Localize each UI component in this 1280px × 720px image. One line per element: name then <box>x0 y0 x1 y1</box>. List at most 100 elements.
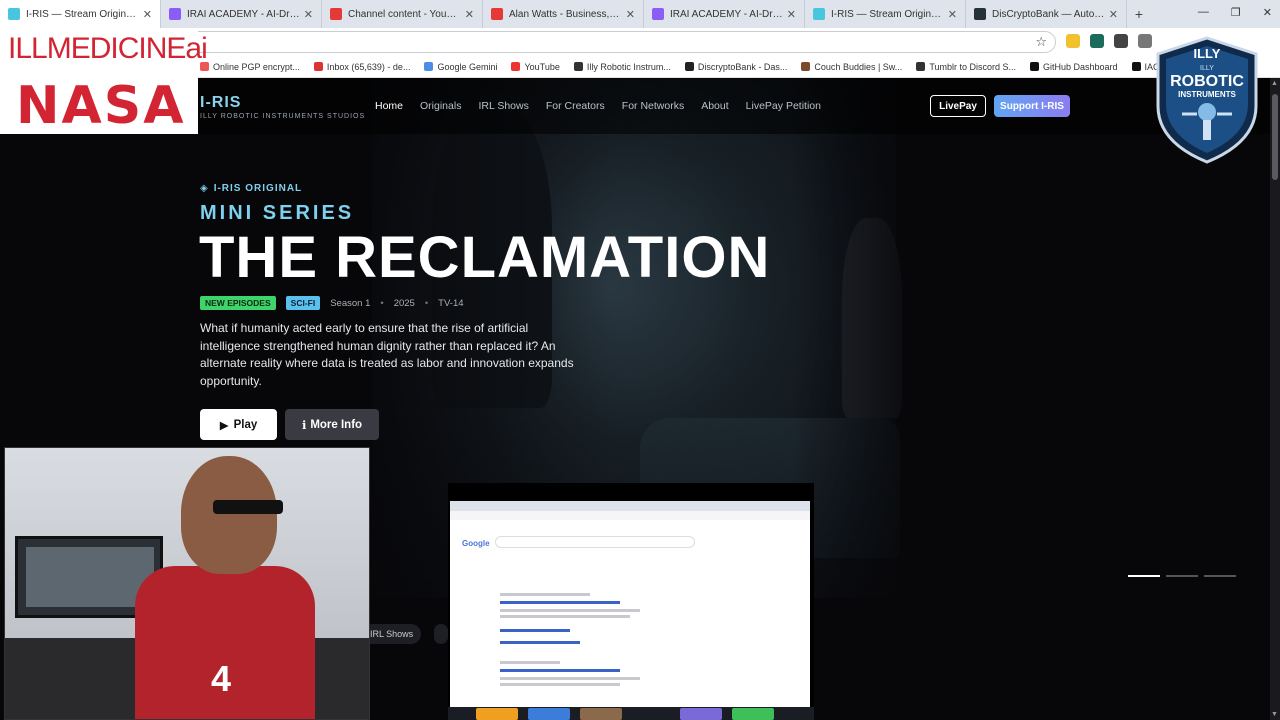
browser-tab[interactable]: Alan Watts - Business, Propaga ✕ <box>483 0 644 28</box>
nav-link-irl-shows[interactable]: IRL Shows <box>478 100 528 112</box>
nav-link-originals[interactable]: Originals <box>420 100 461 112</box>
tab-title: I-RIS — Stream Original Series <box>831 8 944 20</box>
close-icon[interactable]: ✕ <box>465 8 474 21</box>
close-window-icon[interactable]: ✕ <box>1263 6 1272 19</box>
separator-dot: • <box>424 297 429 309</box>
tab-title: I-RIS — Stream Original Series <box>26 8 139 20</box>
nav-link-about[interactable]: About <box>701 100 728 112</box>
bookmark-item[interactable]: Inbox (65,639) - de... <box>313 62 410 72</box>
scroll-up-icon[interactable]: ▲ <box>1271 80 1278 87</box>
site-brand-subtitle: ILLY ROBOTIC INSTRUMENTS STUDIOS <box>200 113 366 120</box>
tab-favicon-icon <box>813 8 825 20</box>
bookmark-favicon-icon <box>801 62 811 71</box>
bookmark-star-icon[interactable]: ☆ <box>1035 34 1047 50</box>
nasa-logo: NASA <box>16 76 186 136</box>
webcam-person-head <box>181 456 277 574</box>
bookmark-label: Tumblr to Discord S... <box>929 61 1016 72</box>
play-button[interactable]: ▶ Play <box>200 409 277 440</box>
category-chip[interactable] <box>434 624 448 644</box>
site-brand[interactable]: I-RIS <box>200 94 241 112</box>
nav-link-home[interactable]: Home <box>375 100 403 112</box>
page-scrollbar[interactable]: ▲ ▼ <box>1270 78 1280 720</box>
bookmark-item[interactable]: DiscryptoBank - Das... <box>684 61 788 72</box>
extension-icon[interactable] <box>1090 34 1104 48</box>
bookmark-favicon-icon <box>1131 62 1141 71</box>
bookmark-item[interactable]: Online PGP encrypt... <box>200 62 300 72</box>
browser-tab[interactable]: DisCryptoBank — Autonomous ✕ <box>966 0 1127 28</box>
category-chip-irl-shows[interactable]: IRL Shows <box>362 624 422 644</box>
livepay-button[interactable]: LivePay <box>930 95 986 117</box>
screen-share-window: Google <box>450 501 810 707</box>
nav-link-for-creators[interactable]: For Creators <box>546 100 605 112</box>
puzzle-icon[interactable] <box>1138 34 1152 48</box>
nav-link-for-networks[interactable]: For Networks <box>622 100 684 112</box>
support-button[interactable]: Support I-RIS <box>994 95 1070 117</box>
browser-tab[interactable]: IRAI ACADEMY - AI-Driven Dev ✕ <box>644 0 805 28</box>
channel-name-text: ILLMEDICINEai <box>8 32 208 65</box>
extension-icons <box>1066 34 1152 48</box>
bookmark-label: Illy Robotic Instrum... <box>586 61 671 72</box>
more-info-button[interactable]: ℹ More Info <box>285 409 379 440</box>
hero-slider-indicators <box>1128 575 1236 577</box>
scrollbar-thumb[interactable] <box>1272 94 1278 180</box>
layers-icon: ◈ <box>200 183 209 194</box>
shirt-number: 4 <box>211 658 232 699</box>
bookmark-item[interactable]: Tumblr to Discord S... <box>916 62 1016 72</box>
slider-indicator[interactable] <box>1204 575 1236 577</box>
tab-favicon-icon <box>974 8 986 20</box>
bookmark-favicon-icon <box>313 62 323 71</box>
bookmark-item[interactable]: Illy Robotic Instrum... <box>573 61 671 72</box>
bookmark-favicon-icon <box>1030 62 1039 71</box>
hero-series: MINI SERIES <box>200 202 355 224</box>
bookmark-favicon-icon <box>684 62 694 71</box>
tab-favicon-icon <box>652 8 664 20</box>
address-bar[interactable]: ☆ <box>80 31 1056 53</box>
browser-tab[interactable]: Channel content - YouTube Stu ✕ <box>322 0 483 28</box>
tab-title: DisCryptoBank — Autonomous <box>992 8 1105 20</box>
bookmark-label: Couch Buddies | Sw... <box>814 61 903 72</box>
browser-tab[interactable]: IRAI ACADEMY - AI-Driven Dev ✕ <box>161 0 322 28</box>
season-label: Season 1 <box>330 297 371 309</box>
screen: I-RIS — Stream Original Series✕IRAI ACAD… <box>0 0 1280 720</box>
bookmark-favicon-icon <box>424 62 434 71</box>
slider-indicator[interactable] <box>1128 575 1160 577</box>
tab-title: Channel content - YouTube Stu <box>348 8 461 20</box>
bookmark-label: DiscryptoBank - Das... <box>697 61 788 72</box>
minimize-icon[interactable]: — <box>1198 6 1209 19</box>
extension-icon[interactable] <box>1114 34 1128 48</box>
tab-title: IRAI ACADEMY - AI-Driven Dev <box>187 8 300 20</box>
bookmark-item[interactable]: Google Gemini <box>424 62 497 72</box>
close-icon[interactable]: ✕ <box>1109 8 1118 21</box>
bookmark-item[interactable]: Couch Buddies | Sw... <box>801 62 902 72</box>
extension-icon[interactable] <box>1066 34 1080 48</box>
close-icon[interactable]: ✕ <box>143 8 152 21</box>
more-info-label: More Info <box>310 418 363 431</box>
bookmark-label: GitHub Dashboard <box>1043 61 1118 72</box>
tab-title: IRAI ACADEMY - AI-Driven Dev <box>670 8 783 20</box>
hero-description: What if humanity acted early to ensure t… <box>200 321 574 388</box>
slider-indicator[interactable] <box>1166 575 1198 577</box>
bookmark-item[interactable]: GitHub Dashboard <box>1030 62 1118 72</box>
logo-text-top: ILLY <box>1194 46 1221 61</box>
logo-text-sub: INSTRUMENTS <box>1178 90 1236 99</box>
hero-title: THE RECLAMATION <box>199 225 771 290</box>
window-controls: — ❐ ✕ <box>1198 6 1272 19</box>
screen-share-overlay: Google <box>448 483 814 720</box>
bookmark-favicon-icon <box>511 62 521 71</box>
maximize-icon[interactable]: ❐ <box>1231 6 1241 19</box>
bookmark-favicon-icon <box>916 62 926 71</box>
hero-meta: NEW EPISODES SCI-FI Season 1 • 2025 • TV… <box>200 296 464 310</box>
browser-tab[interactable]: I-RIS — Stream Original Series ✕ <box>805 0 966 28</box>
close-icon[interactable]: ✕ <box>304 8 313 21</box>
channel-branding-overlay: ILLMEDICINEai NASA <box>0 30 208 136</box>
new-tab-button[interactable]: + <box>1127 6 1151 22</box>
nav-link-livepay-petition[interactable]: LivePay Petition <box>746 100 821 112</box>
tab-title: Alan Watts - Business, Propaga <box>509 8 622 20</box>
bookmark-item[interactable]: YouTube <box>511 62 560 72</box>
close-icon[interactable]: ✕ <box>948 8 957 21</box>
close-icon[interactable]: ✕ <box>626 8 635 21</box>
browser-tab[interactable]: I-RIS — Stream Original Series ✕ <box>0 0 161 28</box>
site-nav-links: Home Originals IRL Shows For Creators For Ne… <box>375 100 821 112</box>
scroll-down-icon[interactable]: ▼ <box>1271 711 1278 718</box>
close-icon[interactable]: ✕ <box>787 8 796 21</box>
